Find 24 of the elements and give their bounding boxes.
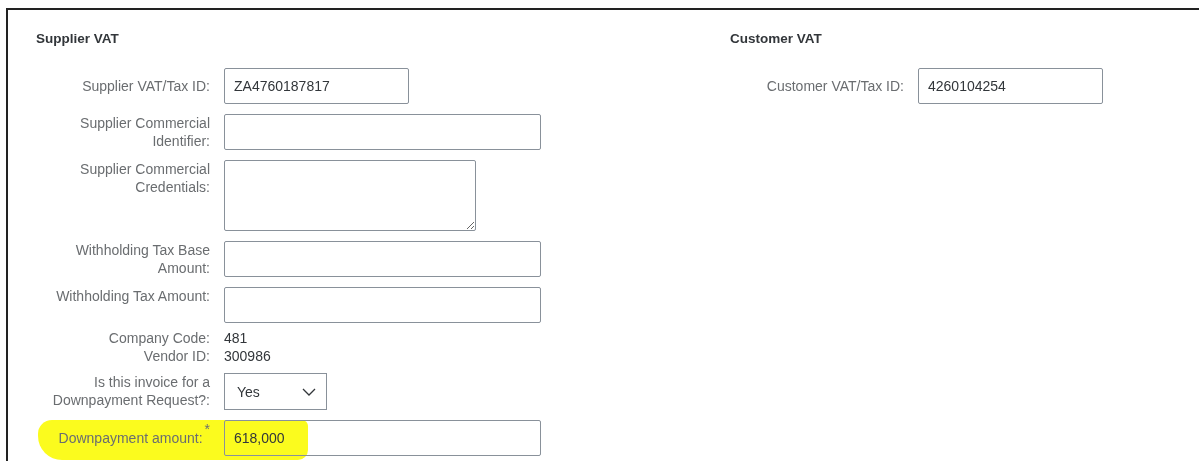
required-mark: * xyxy=(204,420,210,439)
field-label: Customer VAT/Tax ID: xyxy=(766,77,904,95)
field-label: Withholding Tax Base Amount: xyxy=(74,241,210,277)
field-label: Supplier VAT/Tax ID: xyxy=(82,77,210,95)
field-label: Supplier Commercial Credentials: xyxy=(79,160,210,196)
text-area[interactable] xyxy=(224,160,476,231)
field-label: Supplier Commercial Identifier: xyxy=(79,114,210,150)
field-label: Is this invoice for a Downpayment Request?: xyxy=(51,373,210,409)
field-value: 481 xyxy=(224,330,248,346)
field-label: Company Code: xyxy=(108,329,210,347)
field-label: Withholding Tax Amount: xyxy=(56,287,210,305)
input-field[interactable] xyxy=(224,114,541,150)
input-field[interactable] xyxy=(224,241,541,277)
dropdown[interactable]: Yes xyxy=(224,373,327,410)
field-label: Downpayment amount: xyxy=(58,429,203,447)
field-label: Vendor ID: xyxy=(143,347,210,365)
input-field[interactable]: ZA4760187817 xyxy=(224,68,409,104)
field-value: 300986 xyxy=(224,348,271,364)
chevron-down-icon xyxy=(302,387,316,396)
input-field[interactable]: 618,000 xyxy=(224,420,541,456)
section-heading: Supplier VAT xyxy=(36,30,120,48)
section-heading: Customer VAT xyxy=(730,30,823,48)
input-field[interactable]: 4260104254 xyxy=(918,68,1103,104)
input-field[interactable] xyxy=(224,287,541,323)
